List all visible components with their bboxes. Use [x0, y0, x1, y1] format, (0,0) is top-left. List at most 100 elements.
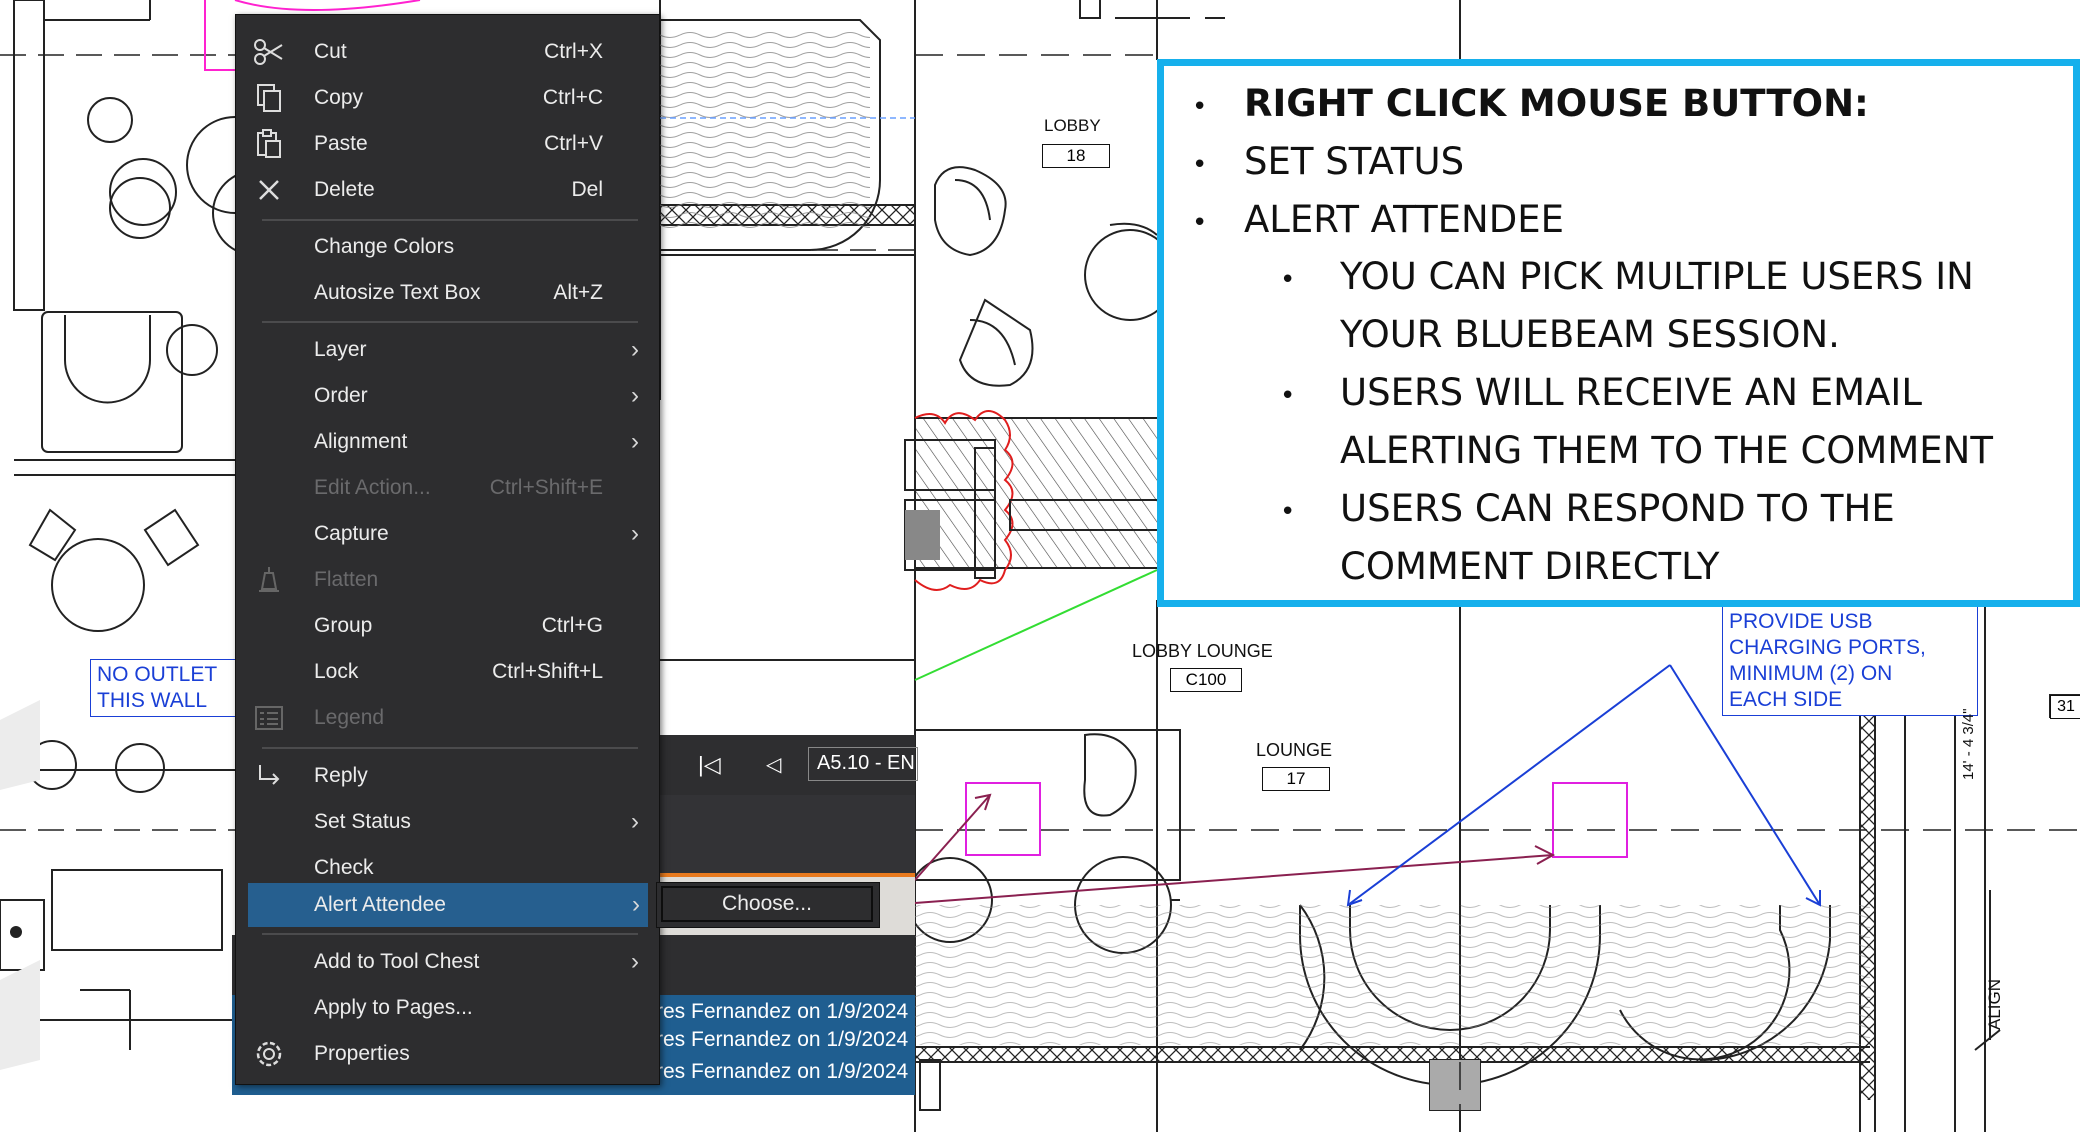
note-line: PROVIDE USB [1729, 610, 1873, 633]
alert-attendee-submenu: Choose... [656, 882, 880, 928]
menu-label: Order [314, 384, 368, 407]
prev-page-button[interactable]: ◁ [766, 752, 781, 777]
note-no-outlet: NO OUTLET THIS WALL [90, 659, 254, 717]
instruction-callout: • RIGHT CLICK MOUSE BUTTON: • SET STATUS… [1157, 59, 2080, 607]
room-name-lobby-lounge: LOBBY LOUNGE [1132, 641, 1273, 661]
menu-shortcut: Ctrl+G [541, 614, 603, 637]
room-number-lobby-lounge: C100 [1170, 668, 1242, 692]
menu-label: Delete [314, 178, 375, 201]
callout-subitem-line: YOU CAN PICK MULTIPLE USERS IN [1340, 255, 1974, 298]
menu-item-paste[interactable]: Paste Ctrl+V [236, 122, 659, 166]
note-line: THIS WALL [97, 689, 208, 712]
menu-item-properties[interactable]: Properties [236, 1032, 659, 1076]
comment-author-2: res Fernandez on 1/9/2024 [656, 1028, 909, 1051]
chevron-right-icon: › [631, 336, 639, 363]
callout-subitem-line: USERS CAN RESPOND TO THE [1340, 487, 1895, 530]
copy-icon [257, 84, 281, 112]
first-page-button[interactable]: |◁ [698, 752, 721, 778]
menu-label: Apply to Pages... [314, 996, 473, 1019]
menu-item-alert-attendee[interactable]: Alert Attendee › [248, 883, 648, 927]
menu-shortcut: Ctrl+V [544, 132, 603, 155]
comment-author-1: res Fernandez on 1/9/2024 [656, 1000, 909, 1023]
menu-label: Layer [314, 338, 367, 361]
note-line: MINIMUM (2) ON [1729, 662, 1893, 685]
menu-label: Add to Tool Chest [314, 950, 480, 973]
gear-icon [256, 1041, 282, 1067]
room-name-lobby: LOBBY [1044, 116, 1101, 135]
menu-label: Check [314, 856, 374, 879]
callout-item-set-status: SET STATUS [1244, 140, 1465, 183]
callout-subitem-line: ALERTING THEM TO THE COMMENT [1340, 429, 1993, 472]
page-label-field[interactable]: A5.10 - EN [808, 747, 918, 781]
menu-label: Lock [314, 660, 359, 683]
paste-icon [257, 129, 281, 158]
menu-item-apply-to-pages[interactable]: Apply to Pages... [236, 986, 659, 1030]
menu-label: Capture [314, 522, 389, 545]
menu-item-group[interactable]: Group Ctrl+G [236, 604, 659, 648]
callout-subitem-line: YOUR BLUEBEAM SESSION. [1340, 313, 1840, 356]
menu-separator [262, 933, 638, 935]
callout-subitem-line: USERS WILL RECEIVE AN EMAIL [1340, 371, 1922, 414]
room-number-lobby: 18 [1042, 144, 1110, 168]
menu-label: Reply [314, 764, 368, 787]
chevron-right-icon: › [631, 382, 639, 409]
menu-label: Change Colors [314, 235, 455, 258]
menu-shortcut: Alt+Z [553, 281, 603, 304]
menu-label: Paste [314, 132, 368, 155]
menu-item-lock[interactable]: Lock Ctrl+Shift+L [236, 650, 659, 694]
bullet-icon: • [1280, 265, 1296, 295]
close-icon [259, 180, 279, 200]
chevron-right-icon: › [631, 808, 639, 835]
reply-icon [259, 765, 280, 785]
menu-item-copy[interactable]: Copy Ctrl+C [236, 76, 659, 120]
callout-heading: RIGHT CLICK MOUSE BUTTON: [1244, 82, 1869, 125]
menu-shortcut: Ctrl+Shift+L [492, 660, 603, 683]
menu-item-change-colors[interactable]: Change Colors [236, 225, 659, 269]
menu-label: Alert Attendee [314, 893, 446, 916]
menu-item-reply[interactable]: Reply [236, 754, 659, 798]
menu-separator [262, 321, 638, 323]
menu-item-capture[interactable]: Capture › [236, 512, 659, 556]
chevron-right-icon: › [631, 948, 639, 975]
menu-label: Properties [314, 1042, 410, 1065]
menu-item-layer[interactable]: Layer › [236, 328, 659, 372]
bullet-icon: • [1280, 381, 1296, 411]
note-usb-charging: PROVIDE USB CHARGING PORTS, MINIMUM (2) … [1722, 606, 1978, 716]
note-line: CHARGING PORTS, [1729, 636, 1926, 659]
menu-shortcut: Ctrl+C [542, 86, 603, 109]
menu-separator [262, 747, 638, 749]
menu-item-order[interactable]: Order › [236, 374, 659, 418]
menu-item-legend: Legend [236, 696, 659, 740]
menu-item-set-status[interactable]: Set Status › [236, 800, 659, 844]
menu-item-cut[interactable]: Cut Ctrl+X [236, 30, 659, 74]
chevron-right-icon: › [631, 428, 639, 455]
menu-item-delete[interactable]: Delete Del [236, 168, 659, 212]
choose-attendee-button[interactable]: Choose... [661, 886, 873, 922]
align-label: ALIGN [1985, 978, 2004, 1030]
menu-item-alignment[interactable]: Alignment › [236, 420, 659, 464]
bullet-icon: • [1280, 497, 1296, 527]
menu-label: Autosize Text Box [314, 281, 481, 304]
legend-icon [255, 706, 283, 730]
bullet-icon: • [1192, 208, 1208, 238]
chevron-right-icon: › [631, 520, 639, 547]
menu-label: Legend [314, 706, 385, 729]
menu-item-add-to-tool-chest[interactable]: Add to Tool Chest › [236, 940, 659, 984]
bullet-icon: • [1192, 150, 1208, 180]
menu-label: Set Status [314, 810, 411, 833]
flatten-icon [259, 567, 279, 592]
menu-shortcut: Del [571, 178, 603, 201]
menu-label: Edit Action... [314, 476, 431, 499]
menu-label: Alignment [314, 430, 408, 453]
slide-canvas: LOBBY 18 LOBBY LOUNGE C100 LOUNGE 17 NO … [0, 0, 2080, 1132]
note-line: NO OUTLET [97, 663, 218, 686]
room-name-lounge: LOUNGE [1256, 740, 1333, 760]
edge-tag: 31 [2050, 695, 2080, 719]
comment-author-3: res Fernandez on 1/9/2024 [656, 1060, 909, 1083]
note-line: EACH SIDE [1729, 688, 1843, 711]
context-menu: Cut Ctrl+X Copy Ctrl+C Paste Ctrl+V Dele… [235, 14, 660, 1085]
callout-subitem-line: COMMENT DIRECTLY [1340, 545, 1720, 588]
menu-item-autosize-text-box[interactable]: Autosize Text Box Alt+Z [236, 271, 659, 315]
menu-separator [262, 219, 638, 221]
menu-label: Copy [314, 86, 364, 109]
